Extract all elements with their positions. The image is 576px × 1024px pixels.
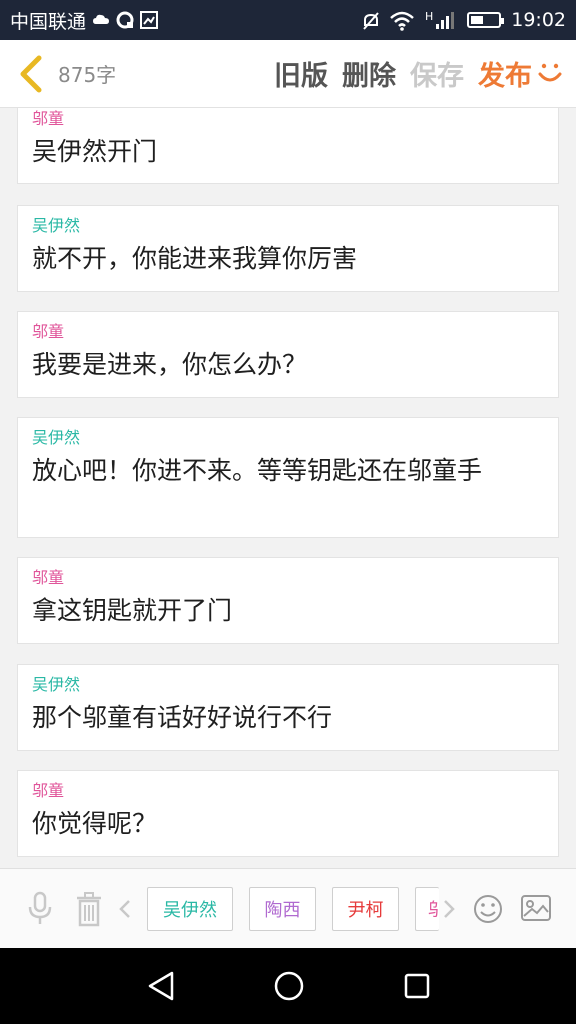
status-bar: 中国联通 H 19:02 bbox=[0, 0, 576, 40]
dialogue-text: 拿这钥匙就开了门 bbox=[32, 596, 233, 625]
dialogue-list: 邬童 吴伊然开门 吴伊然 就不开，你能进来我算你厉害 邬童 我要是进来，你怎么办… bbox=[0, 108, 576, 868]
chevron-right-icon[interactable] bbox=[442, 899, 456, 919]
character-chip[interactable]: 邬 bbox=[415, 887, 439, 931]
dialogue-card[interactable]: 吴伊然 那个邬童有话好好说行不行 bbox=[17, 664, 559, 751]
speaker-name: 邬童 bbox=[32, 781, 65, 800]
dialogue-card[interactable]: 邬童 吴伊然开门 bbox=[17, 108, 559, 184]
back-triangle-icon[interactable] bbox=[146, 970, 176, 1002]
character-chip[interactable]: 吴伊然 bbox=[147, 887, 233, 931]
word-count: 875字 bbox=[58, 63, 117, 87]
character-chip[interactable]: 陶西 bbox=[249, 887, 316, 931]
speaker-name: 邬童 bbox=[32, 109, 65, 128]
dialogue-text: 我要是进来，你怎么办？ bbox=[32, 350, 308, 379]
gallery-app-icon bbox=[140, 11, 159, 29]
carrier-name: 中国联通 bbox=[10, 10, 87, 33]
trash-icon[interactable] bbox=[74, 891, 104, 927]
signal-icon: H bbox=[425, 10, 457, 30]
recents-square-icon[interactable] bbox=[403, 972, 431, 1000]
save-button[interactable]: 保存 bbox=[410, 54, 464, 93]
publish-button[interactable]: 发布 bbox=[478, 54, 532, 93]
smile-icon bbox=[538, 63, 562, 81]
delete-button[interactable]: 删除 bbox=[342, 54, 396, 93]
dialogue-card[interactable]: 吴伊然 放心吧！你进不来。等等钥匙还在邬童手 bbox=[17, 417, 559, 538]
speaker-name: 邬童 bbox=[32, 322, 65, 341]
dialogue-text: 吴伊然开门 bbox=[32, 137, 158, 166]
character-chip[interactable]: 尹柯 bbox=[332, 887, 399, 931]
browser-app-icon bbox=[116, 11, 134, 29]
chevron-left-icon bbox=[20, 55, 42, 92]
dialogue-card[interactable]: 邬童 拿这钥匙就开了门 bbox=[17, 557, 559, 644]
microphone-icon[interactable] bbox=[26, 891, 54, 927]
back-button[interactable] bbox=[8, 40, 54, 108]
dialogue-card[interactable]: 邬童 我要是进来，你怎么办？ bbox=[17, 311, 559, 398]
speaker-name: 吴伊然 bbox=[32, 216, 81, 235]
wifi-icon bbox=[389, 11, 415, 31]
editor-header: 875字 旧版 删除 保存 发布 bbox=[0, 40, 576, 108]
image-icon[interactable] bbox=[520, 894, 552, 924]
dialogue-text: 放心吧！你进不来。等等钥匙还在邬童手 bbox=[32, 456, 483, 485]
dialogue-text: 就不开，你能进来我算你厉害 bbox=[32, 244, 358, 273]
input-toolbar: 吴伊然 陶西 尹柯 邬 bbox=[0, 868, 576, 948]
mute-icon bbox=[361, 11, 379, 30]
speaker-name: 吴伊然 bbox=[32, 428, 81, 447]
speaker-name: 吴伊然 bbox=[32, 675, 81, 694]
old-version-button[interactable]: 旧版 bbox=[274, 54, 328, 93]
speaker-name: 邬童 bbox=[32, 568, 65, 587]
system-nav-bar bbox=[0, 948, 576, 1024]
dialogue-text: 你觉得呢？ bbox=[32, 809, 158, 838]
home-circle-icon[interactable] bbox=[273, 970, 305, 1002]
dialogue-text: 那个邬童有话好好说行不行 bbox=[32, 703, 333, 732]
smiley-icon[interactable] bbox=[472, 893, 504, 925]
chevron-left-icon[interactable] bbox=[118, 899, 132, 919]
battery-icon bbox=[467, 12, 505, 28]
weather-cloud-icon bbox=[92, 11, 110, 29]
dialogue-card[interactable]: 邬童 你觉得呢？ bbox=[17, 770, 559, 857]
dialogue-card[interactable]: 吴伊然 就不开，你能进来我算你厉害 bbox=[17, 205, 559, 292]
clock: 19:02 bbox=[511, 9, 566, 31]
